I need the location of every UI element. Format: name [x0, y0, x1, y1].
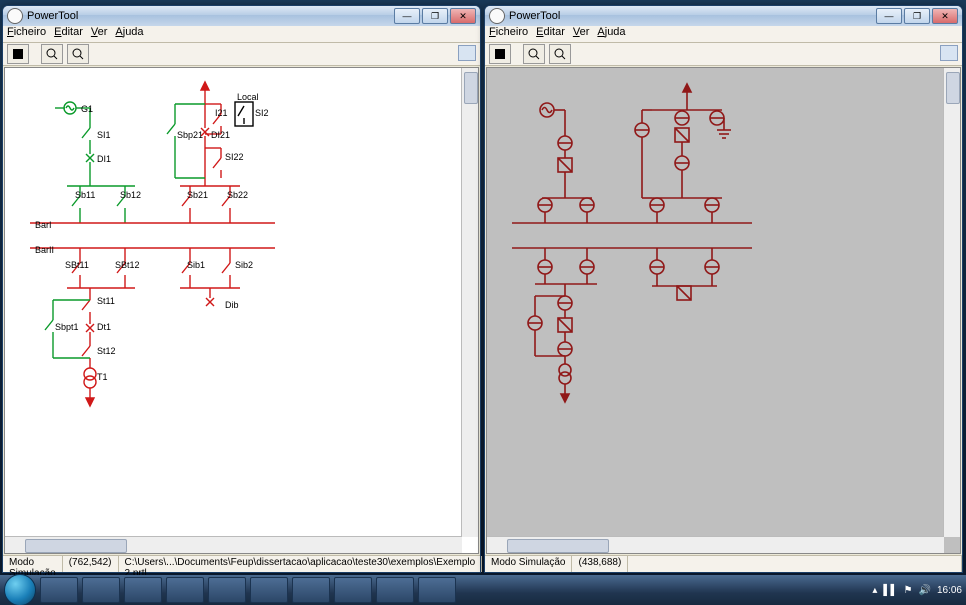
diagram-canvas-left[interactable]: G1 SI1 DI1 Sb11 Sb12 BarI BarII SBt11 SB…: [4, 67, 479, 554]
svg-text:Sib1: Sib1: [187, 260, 205, 270]
status-mode: Modo Simulação: [485, 556, 572, 572]
toolbar-right: [485, 43, 962, 66]
maximize-button[interactable]: ❐: [422, 8, 448, 24]
svg-text:DI21: DI21: [211, 130, 230, 140]
desktop: PowerTool — ❐ ✕ FFicheiroicheiro Editar …: [0, 0, 966, 605]
svg-text:Sb21: Sb21: [187, 190, 208, 200]
svg-text:Sb12: Sb12: [120, 190, 141, 200]
window-left: PowerTool — ❐ ✕ FFicheiroicheiro Editar …: [2, 5, 481, 573]
window-right: PowerTool — ❐ ✕ Ficheiro Editar Ver Ajud…: [484, 5, 963, 573]
task-item[interactable]: [166, 577, 204, 603]
close-button[interactable]: ✕: [450, 8, 476, 24]
window-left-title: PowerTool: [27, 10, 78, 22]
svg-text:Sbpt1: Sbpt1: [55, 322, 79, 332]
task-item[interactable]: [418, 577, 456, 603]
menu-ver[interactable]: Ver: [91, 26, 108, 42]
menu-ajuda[interactable]: Ajuda: [597, 26, 625, 42]
status-path: C:\Users\...\Documents\Feup\dissertacao\…: [119, 556, 483, 572]
svg-text:SBt11: SBt11: [65, 260, 89, 270]
status-coords: (762,542): [63, 556, 119, 572]
svg-text:Dt1: Dt1: [97, 322, 111, 332]
svg-text:Sb11: Sb11: [75, 190, 95, 200]
toolbar-left: [3, 43, 480, 66]
task-item[interactable]: [334, 577, 372, 603]
dock-button[interactable]: [458, 45, 476, 61]
status-mode: Modo Simulação: [3, 556, 63, 572]
close-button[interactable]: ✕: [932, 8, 958, 24]
magnifier-icon: [72, 48, 84, 60]
magnifier-icon: [46, 48, 58, 60]
task-item[interactable]: [124, 577, 162, 603]
taskbar: ▴ ▌▌ ⚑ 🔊 16:06: [0, 575, 966, 605]
zoom-out-button[interactable]: [549, 44, 571, 64]
svg-text:SI1: SI1: [97, 130, 111, 140]
magnifier-icon: [554, 48, 566, 60]
task-item[interactable]: [250, 577, 288, 603]
stop-button[interactable]: [7, 44, 29, 64]
menu-ficheiro[interactable]: FFicheiroicheiro: [7, 26, 46, 42]
window-left-titlebar[interactable]: PowerTool — ❐ ✕: [3, 6, 480, 26]
svg-text:Sb22: Sb22: [227, 190, 248, 200]
svg-text:BarI: BarI: [35, 220, 52, 230]
schematic-right: [487, 68, 947, 554]
minimize-button[interactable]: —: [394, 8, 420, 24]
minimize-button[interactable]: —: [876, 8, 902, 24]
tray-volume-icon[interactable]: 🔊: [919, 585, 931, 596]
menubar-left: FFicheiroicheiro Editar Ver Ajuda: [3, 26, 480, 43]
system-tray[interactable]: ▴ ▌▌ ⚑ 🔊 16:06: [872, 585, 962, 596]
app-icon: [7, 8, 23, 24]
svg-text:Dib: Dib: [225, 300, 239, 310]
svg-text:DI1: DI1: [97, 154, 111, 164]
svg-text:BarII: BarII: [35, 245, 54, 255]
menubar-right: Ficheiro Editar Ver Ajuda: [485, 26, 962, 43]
start-button[interactable]: [4, 574, 36, 605]
menu-ficheiro[interactable]: Ficheiro: [489, 26, 528, 42]
maximize-button[interactable]: ❐: [904, 8, 930, 24]
task-item[interactable]: [292, 577, 330, 603]
svg-text:Local: Local: [237, 92, 259, 102]
tray-clock[interactable]: 16:06: [937, 585, 962, 596]
zoom-in-button[interactable]: [523, 44, 545, 64]
svg-text:St11: St11: [97, 296, 115, 306]
svg-text:SI2: SI2: [255, 108, 269, 118]
tray-chevron-icon[interactable]: ▴: [872, 585, 877, 596]
schematic-left: G1 SI1 DI1 Sb11 Sb12 BarI BarII SBt11 SB…: [5, 68, 465, 554]
svg-text:I21: I21: [215, 108, 228, 118]
tray-flag-icon[interactable]: ⚑: [904, 585, 913, 596]
status-coords: (438,688): [572, 556, 628, 572]
window-right-titlebar[interactable]: PowerTool — ❐ ✕: [485, 6, 962, 26]
magnifier-icon: [528, 48, 540, 60]
vertical-scrollbar[interactable]: [461, 68, 478, 537]
svg-text:St12: St12: [97, 346, 116, 356]
svg-text:Sib2: Sib2: [235, 260, 253, 270]
task-item[interactable]: [40, 577, 78, 603]
app-icon: [489, 8, 505, 24]
svg-text:SBt12: SBt12: [115, 260, 140, 270]
zoom-in-button[interactable]: [41, 44, 63, 64]
vertical-scrollbar[interactable]: [943, 68, 960, 537]
statusbar-left: Modo Simulação (762,542) C:\Users\...\Do…: [3, 555, 480, 572]
zoom-out-button[interactable]: [67, 44, 89, 64]
statusbar-right: Modo Simulação (438,688): [485, 555, 962, 572]
svg-text:G1: G1: [81, 104, 93, 114]
horizontal-scrollbar[interactable]: [487, 536, 944, 553]
menu-ver[interactable]: Ver: [573, 26, 590, 42]
task-item[interactable]: [208, 577, 246, 603]
task-item[interactable]: [82, 577, 120, 603]
horizontal-scrollbar[interactable]: [5, 536, 462, 553]
menu-editar[interactable]: Editar: [536, 26, 565, 42]
stop-button[interactable]: [489, 44, 511, 64]
svg-text:Sbp21: Sbp21: [177, 130, 203, 140]
tray-network-icon[interactable]: ▌▌: [883, 585, 897, 596]
menu-ajuda[interactable]: Ajuda: [115, 26, 143, 42]
svg-text:SI22: SI22: [225, 152, 244, 162]
menu-editar[interactable]: Editar: [54, 26, 83, 42]
diagram-canvas-right[interactable]: [486, 67, 961, 554]
window-right-title: PowerTool: [509, 10, 560, 22]
dock-button[interactable]: [940, 45, 958, 61]
task-item[interactable]: [376, 577, 414, 603]
svg-text:T1: T1: [97, 372, 108, 382]
